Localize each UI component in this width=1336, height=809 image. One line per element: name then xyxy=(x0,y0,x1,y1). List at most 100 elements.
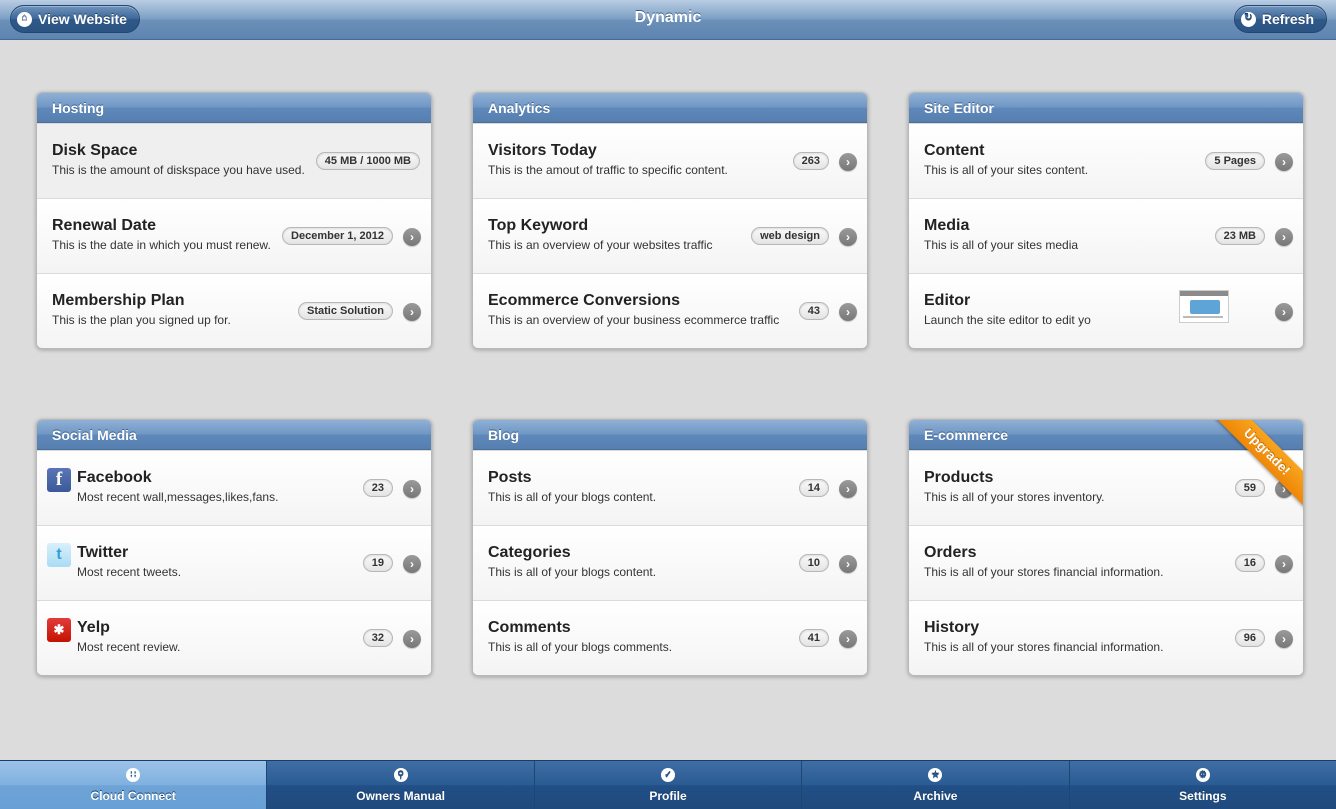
row-subtitle: This is an overview of your business eco… xyxy=(488,313,780,327)
hosting-panel: Hosting Disk Space This is the amount of… xyxy=(36,92,432,349)
row-subtitle: Launch the site editor to edit yo xyxy=(924,313,1091,327)
tab-profile[interactable]: ✓ Profile xyxy=(533,761,801,809)
tab-label: Profile xyxy=(649,789,687,803)
chevron-right-icon[interactable]: › xyxy=(403,303,421,321)
chevron-right-icon[interactable]: › xyxy=(839,303,857,321)
row-title: Orders xyxy=(924,544,977,561)
row-title: Membership Plan xyxy=(52,292,185,309)
row-title: Ecommerce Conversions xyxy=(488,292,681,309)
chevron-right-icon[interactable]: › xyxy=(1275,555,1293,573)
comments-badge: 41 xyxy=(798,629,829,647)
twitter-icon: t xyxy=(47,543,71,567)
posts-badge: 14 xyxy=(798,479,829,497)
row-subtitle: This is the amount of diskspace you have… xyxy=(52,163,305,177)
chevron-right-icon[interactable]: › xyxy=(1275,228,1293,246)
row-subtitle: Most recent wall,messages,likes,fans. xyxy=(77,490,279,504)
row-title: Content xyxy=(924,142,985,159)
ecommerce-conversions-row[interactable]: Ecommerce Conversions This is an overvie… xyxy=(473,273,867,348)
categories-badge: 10 xyxy=(798,554,829,572)
history-row[interactable]: History This is all of your stores finan… xyxy=(909,600,1303,675)
site-preview-thumbnail[interactable] xyxy=(1179,290,1229,323)
row-subtitle: This is the date in which you must renew… xyxy=(52,238,271,252)
chevron-right-icon[interactable]: › xyxy=(403,555,421,573)
chevron-right-icon[interactable]: › xyxy=(403,630,421,648)
bottom-tab-bar: ∷ Cloud Connect ⚲ Owners Manual ✓ Profil… xyxy=(0,760,1336,809)
membership-plan-badge: Static Solution xyxy=(298,302,393,320)
row-title: Visitors Today xyxy=(488,142,597,159)
tab-label: Archive xyxy=(913,789,958,803)
twitter-row[interactable]: t Twitter Most recent tweets. 19 › xyxy=(37,525,431,600)
ecommerce-conversions-badge: 43 xyxy=(798,302,829,320)
social-media-panel-title: Social Media xyxy=(37,420,431,450)
visitors-today-row[interactable]: Visitors Today This is the amout of traf… xyxy=(473,123,867,198)
comments-row[interactable]: Comments This is all of your blogs comme… xyxy=(473,600,867,675)
row-title: Categories xyxy=(488,544,571,561)
tab-archive[interactable]: ★ Archive xyxy=(801,761,1068,809)
tab-cloud-connect[interactable]: ∷ Cloud Connect xyxy=(0,761,267,809)
gear-icon: ⚙ xyxy=(1195,768,1210,782)
products-row[interactable]: Products This is all of your stores inve… xyxy=(909,450,1303,525)
yelp-row[interactable]: ✱ Yelp Most recent review. 32 › xyxy=(37,600,431,675)
blog-panel-title: Blog xyxy=(473,420,867,450)
tab-label: Settings xyxy=(1179,789,1227,803)
chevron-right-icon[interactable]: › xyxy=(839,480,857,498)
editor-row[interactable]: Editor Launch the site editor to edit yo… xyxy=(909,273,1303,348)
row-title: Yelp xyxy=(77,619,110,636)
row-title: Top Keyword xyxy=(488,217,589,234)
posts-row[interactable]: Posts This is all of your blogs content.… xyxy=(473,450,867,525)
refresh-button[interactable]: ↻ Refresh xyxy=(1233,5,1327,33)
row-subtitle: This is all of your stores inventory. xyxy=(924,490,1105,504)
search-icon: ⚲ xyxy=(393,768,408,782)
row-subtitle: This is all of your blogs content. xyxy=(488,490,657,504)
row-subtitle: This is the plan you signed up for. xyxy=(52,313,231,327)
renewal-date-row[interactable]: Renewal Date This is the date in which y… xyxy=(37,198,431,273)
analytics-panel: Analytics Visitors Today This is the amo… xyxy=(472,92,868,349)
top-keyword-row[interactable]: Top Keyword This is an overview of your … xyxy=(473,198,867,273)
facebook-icon: f xyxy=(47,468,71,492)
tab-owners-manual[interactable]: ⚲ Owners Manual xyxy=(266,761,533,809)
row-subtitle: This is the amout of traffic to specific… xyxy=(488,163,728,177)
row-subtitle: This is all of your blogs comments. xyxy=(488,640,673,654)
row-subtitle: This is all of your stores financial inf… xyxy=(924,640,1164,654)
refresh-label: Refresh xyxy=(1261,11,1314,27)
row-title: Twitter xyxy=(77,544,129,561)
history-badge: 96 xyxy=(1234,629,1265,647)
chevron-right-icon[interactable]: › xyxy=(1275,630,1293,648)
orders-badge: 16 xyxy=(1234,554,1265,572)
tab-label: Cloud Connect xyxy=(90,789,176,803)
row-subtitle: This is all of your sites media xyxy=(924,238,1079,252)
row-subtitle: This is an overview of your websites tra… xyxy=(488,238,713,252)
site-editor-panel-title: Site Editor xyxy=(909,93,1303,123)
row-title: Disk Space xyxy=(52,142,138,159)
grid-icon: ∷ xyxy=(126,768,141,782)
categories-row[interactable]: Categories This is all of your blogs con… xyxy=(473,525,867,600)
top-bar: ⌂ View Website Dynamic ↻ Refresh xyxy=(0,0,1336,40)
chevron-right-icon[interactable]: › xyxy=(839,228,857,246)
disk-space-row[interactable]: Disk Space This is the amount of diskspa… xyxy=(37,123,431,198)
renewal-date-badge: December 1, 2012 xyxy=(282,227,393,245)
row-title: Renewal Date xyxy=(52,217,157,234)
row-subtitle: This is all of your sites content. xyxy=(924,163,1089,177)
media-row[interactable]: Media This is all of your sites media 23… xyxy=(909,198,1303,273)
chevron-right-icon[interactable]: › xyxy=(839,630,857,648)
facebook-row[interactable]: f Facebook Most recent wall,messages,lik… xyxy=(37,450,431,525)
orders-row[interactable]: Orders This is all of your stores financ… xyxy=(909,525,1303,600)
tab-label: Owners Manual xyxy=(356,789,445,803)
chevron-right-icon[interactable]: › xyxy=(403,228,421,246)
row-title: Facebook xyxy=(77,469,152,486)
content-badge: 5 Pages xyxy=(1205,152,1265,170)
chevron-right-icon[interactable]: › xyxy=(403,480,421,498)
membership-plan-row[interactable]: Membership Plan This is the plan you sig… xyxy=(37,273,431,348)
chevron-right-icon[interactable]: › xyxy=(839,153,857,171)
chevron-right-icon[interactable]: › xyxy=(1275,303,1293,321)
analytics-panel-title: Analytics xyxy=(473,93,867,123)
social-media-panel: Social Media f Facebook Most recent wall… xyxy=(36,419,432,676)
content-row[interactable]: Content This is all of your sites conten… xyxy=(909,123,1303,198)
chevron-right-icon[interactable]: › xyxy=(1275,153,1293,171)
chevron-right-icon[interactable]: › xyxy=(839,555,857,573)
top-keyword-badge: web design xyxy=(751,227,829,245)
row-subtitle: Most recent review. xyxy=(77,640,181,654)
tab-settings[interactable]: ⚙ Settings xyxy=(1068,761,1336,809)
row-title: History xyxy=(924,619,980,636)
yelp-badge: 32 xyxy=(362,629,393,647)
